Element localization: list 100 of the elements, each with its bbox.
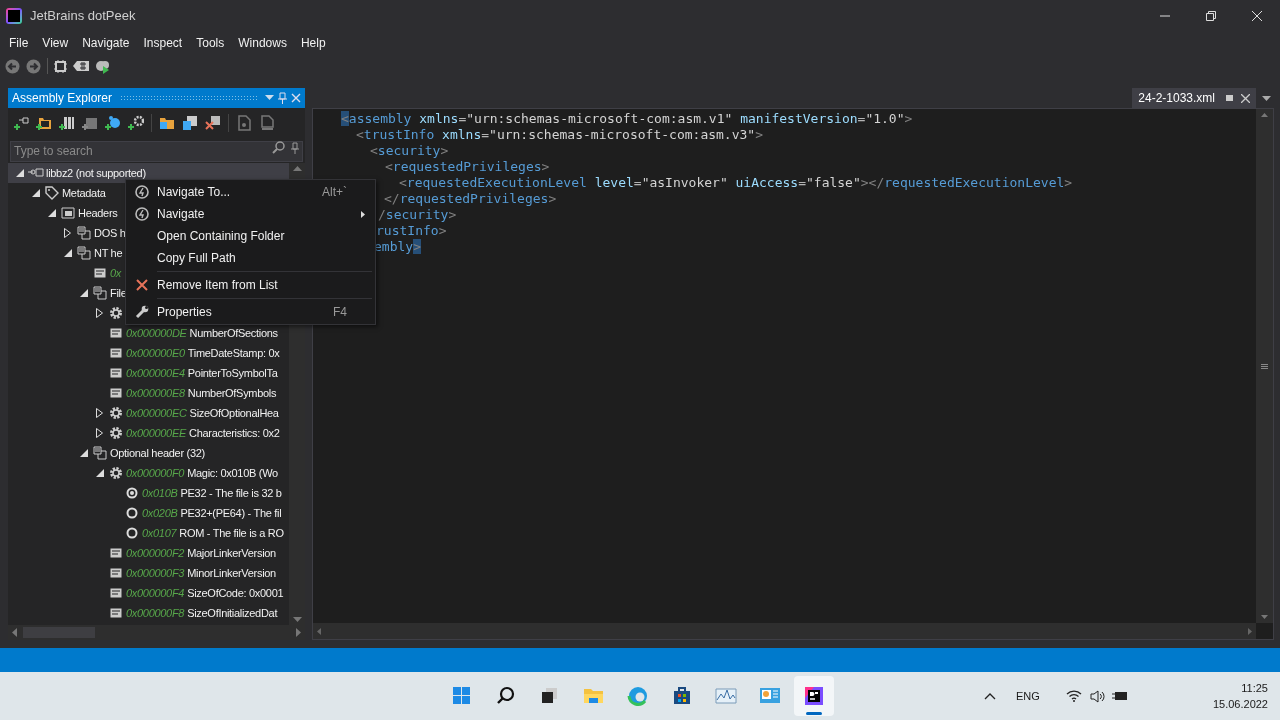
menu-item[interactable]: Copy Full Path bbox=[126, 247, 375, 269]
expanded-arrow-icon[interactable] bbox=[64, 249, 72, 257]
tree-item-label[interactable]: MinorLinkerVersion bbox=[187, 564, 276, 582]
scroll-up-icon[interactable] bbox=[1261, 113, 1268, 117]
tree-item-label[interactable]: Metadata bbox=[62, 184, 106, 202]
menu-item[interactable]: Navigate bbox=[126, 203, 375, 225]
taskbar-app-button[interactable] bbox=[794, 676, 834, 716]
radio-button[interactable] bbox=[126, 527, 138, 539]
code-line: <requestedPrivileges> bbox=[385, 159, 550, 175]
pdb-file-icon[interactable] bbox=[259, 115, 275, 131]
tree-item-label[interactable]: SizeOfCode: 0x0001 bbox=[187, 584, 284, 602]
document-icon bbox=[93, 286, 107, 300]
scroll-right-icon[interactable] bbox=[296, 628, 301, 637]
collapsed-arrow-icon[interactable] bbox=[96, 308, 103, 318]
library-add-icon[interactable] bbox=[59, 115, 75, 131]
menu-item[interactable]: View bbox=[35, 32, 76, 54]
gear-add-icon[interactable] bbox=[128, 115, 144, 131]
wifi-icon[interactable] bbox=[1065, 690, 1082, 702]
tree-item-label[interactable]: Optional header (32) bbox=[110, 444, 205, 462]
tree-item-label[interactable]: TimeDateStamp: 0x bbox=[187, 344, 280, 362]
back-icon[interactable] bbox=[5, 58, 20, 74]
menu-item[interactable]: Help bbox=[293, 32, 333, 54]
scroll-down-icon[interactable] bbox=[292, 617, 302, 622]
tree-item-label[interactable]: PointerToSymbolTa bbox=[187, 364, 278, 382]
vertical-scrollbar[interactable] bbox=[1256, 109, 1273, 623]
tree-item-label[interactable]: libbz2 (not supported) bbox=[46, 164, 146, 182]
tree-item-label[interactable]: Characteristics: 0x2 bbox=[189, 424, 280, 442]
menu-item[interactable]: Tools bbox=[189, 32, 232, 54]
image-add-icon[interactable] bbox=[82, 115, 98, 131]
document-tab[interactable]: 24-2-1033.xml bbox=[1132, 88, 1256, 108]
field-icon bbox=[110, 348, 122, 358]
menu-item[interactable]: Windows bbox=[231, 32, 294, 54]
scroll-up-icon[interactable] bbox=[292, 166, 302, 171]
radio-button[interactable] bbox=[126, 487, 138, 499]
expanded-arrow-icon[interactable] bbox=[32, 189, 40, 197]
menu-item[interactable]: Inspect bbox=[136, 32, 190, 54]
volume-icon[interactable] bbox=[1089, 689, 1106, 703]
add-icon[interactable] bbox=[13, 115, 29, 131]
menu-item[interactable]: Remove Item from List bbox=[126, 274, 375, 296]
tree-item-label[interactable]: Magic: 0x010B (Wo bbox=[187, 464, 278, 482]
tree-item-label[interactable]: SizeOfInitializedDat bbox=[187, 604, 278, 622]
menu-item[interactable]: Open Containing Folder bbox=[126, 225, 375, 247]
menu-item[interactable]: Properties F4 bbox=[126, 301, 375, 323]
folder-add-icon[interactable] bbox=[36, 115, 52, 131]
collapsed-arrow-icon[interactable] bbox=[96, 408, 103, 418]
save-icon[interactable] bbox=[182, 115, 198, 131]
search-field[interactable]: Type to search bbox=[10, 140, 303, 162]
dropdown-icon[interactable] bbox=[265, 95, 274, 101]
tree-item-label[interactable]: Headers bbox=[78, 204, 118, 222]
field-icon bbox=[110, 588, 122, 598]
scroll-right-icon[interactable] bbox=[1248, 627, 1252, 635]
chip-icon[interactable] bbox=[54, 59, 67, 73]
horizontal-scrollbar[interactable] bbox=[313, 623, 1256, 639]
tree-item-label[interactable]: DOS h bbox=[94, 224, 126, 242]
pin-icon[interactable] bbox=[291, 142, 299, 154]
language-indicator[interactable]: ENG bbox=[1016, 687, 1040, 705]
field-icon bbox=[110, 368, 122, 378]
tree-item-label[interactable]: PE32+(PE64) - The fil bbox=[180, 504, 282, 522]
scroll-left-icon[interactable] bbox=[317, 627, 321, 635]
remove-icon[interactable] bbox=[205, 115, 221, 131]
dropdown-icon[interactable] bbox=[1262, 95, 1271, 101]
code-line: <assembly xmlns="urn:schemas-microsoft-com:asm.v1" manifestVersion="1.0"> bbox=[341, 111, 913, 127]
tree-item-label[interactable]: SizeOfOptionalHea bbox=[189, 404, 279, 422]
menu-item[interactable]: Navigate To... Alt+` bbox=[126, 181, 375, 203]
scroll-left-icon[interactable] bbox=[12, 628, 17, 637]
close-icon[interactable] bbox=[291, 93, 301, 103]
tree-item-label[interactable]: NumberOfSections bbox=[189, 324, 278, 342]
code-line: /security> bbox=[378, 207, 457, 223]
forward-icon[interactable] bbox=[26, 58, 41, 74]
pdb-file-icon[interactable] bbox=[236, 115, 252, 131]
menu-item[interactable]: Navigate bbox=[75, 32, 137, 54]
tree-item-label[interactable]: NumberOfSymbols bbox=[187, 384, 277, 402]
menu-item[interactable]: File bbox=[2, 32, 36, 54]
tag-icon[interactable] bbox=[73, 60, 89, 72]
field-icon bbox=[94, 268, 106, 278]
scroll-grip-icon[interactable] bbox=[1261, 365, 1268, 367]
expanded-arrow-icon[interactable] bbox=[80, 449, 88, 457]
collapsed-arrow-icon[interactable] bbox=[96, 428, 103, 438]
radio-button[interactable] bbox=[126, 507, 138, 519]
clock-date[interactable]: 15.06.2022 bbox=[1212, 696, 1268, 712]
chevron-up-icon[interactable] bbox=[984, 692, 996, 700]
tree-item-label[interactable]: MajorLinkerVersion bbox=[187, 544, 276, 562]
search-icon[interactable] bbox=[270, 141, 286, 155]
expanded-arrow-icon[interactable] bbox=[80, 289, 88, 297]
tree-item-label[interactable]: NT he bbox=[94, 244, 123, 262]
clock-time[interactable]: 11:25 bbox=[1241, 680, 1268, 696]
folder-open-icon[interactable] bbox=[159, 115, 175, 131]
collapsed-arrow-icon[interactable] bbox=[64, 228, 71, 238]
battery-charging-icon[interactable] bbox=[1111, 690, 1128, 702]
tree-item-label[interactable]: ROM - The file is a RO bbox=[179, 524, 284, 542]
field-icon bbox=[110, 608, 122, 618]
scroll-down-icon[interactable] bbox=[1261, 615, 1268, 619]
close-icon[interactable] bbox=[1241, 93, 1250, 103]
pin-icon[interactable] bbox=[1223, 93, 1233, 103]
cloud-play-icon[interactable] bbox=[95, 58, 110, 74]
tree-item-label[interactable]: PE32 - The file is 32 b bbox=[180, 484, 282, 502]
expanded-arrow-icon[interactable] bbox=[48, 209, 56, 217]
cloud-add-icon[interactable] bbox=[105, 115, 121, 131]
expanded-arrow-icon[interactable] bbox=[16, 169, 24, 177]
expanded-arrow-icon[interactable] bbox=[96, 469, 104, 477]
